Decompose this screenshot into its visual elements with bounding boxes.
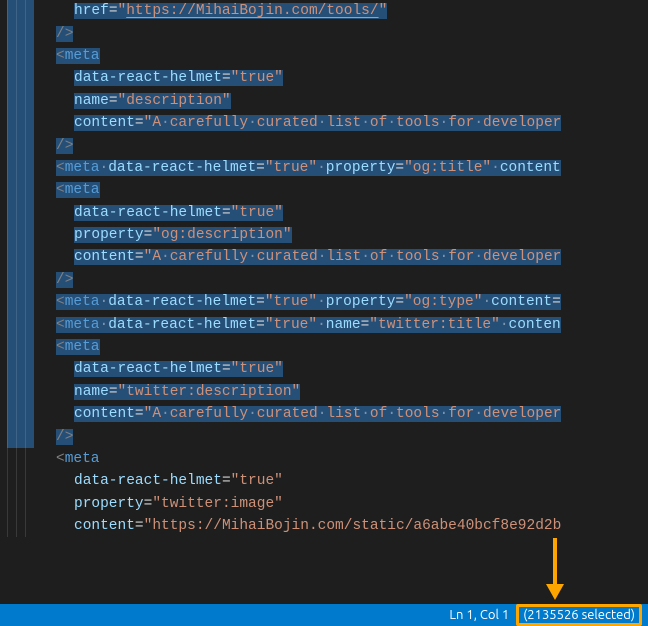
indent-guides xyxy=(0,0,34,22)
code-tokens: content="https://MihaiBojin.com/static/a… xyxy=(34,515,561,537)
code-line[interactable]: data-react-helmet="true" xyxy=(0,470,648,492)
code-line[interactable]: property="og:description" xyxy=(0,224,648,246)
code-tokens: /> xyxy=(34,269,73,291)
code-tokens: <meta xyxy=(34,448,100,470)
code-tokens: /> xyxy=(34,425,73,447)
code-line[interactable]: /> xyxy=(0,269,648,291)
code-tokens: data-react-helmet="true" xyxy=(34,202,283,224)
indent-guides xyxy=(0,157,34,179)
code-tokens: <meta xyxy=(34,179,100,201)
code-line[interactable]: data-react-helmet="true" xyxy=(0,202,648,224)
indent-guides xyxy=(0,45,34,67)
indent-guides xyxy=(0,313,34,335)
indent-guides xyxy=(0,425,34,447)
code-tokens: data-react-helmet="true" xyxy=(34,67,283,89)
code-line[interactable]: <meta·data-react-helmet="true"·property=… xyxy=(0,291,648,313)
code-line[interactable]: content="https://MihaiBojin.com/static/a… xyxy=(0,515,648,537)
code-tokens: <meta·data-react-helmet="true"·property=… xyxy=(34,157,561,179)
indent-guides xyxy=(0,470,34,492)
indent-guides xyxy=(0,358,34,380)
code-line[interactable]: /> xyxy=(0,425,648,447)
code-line[interactable]: <meta·data-react-helmet="true"·property=… xyxy=(0,157,648,179)
indent-guides xyxy=(0,22,34,44)
indent-guides xyxy=(0,67,34,89)
indent-guides xyxy=(0,224,34,246)
code-line[interactable]: name="twitter:description" xyxy=(0,381,648,403)
indent-guides xyxy=(0,179,34,201)
code-line[interactable]: /> xyxy=(0,134,648,156)
indent-guides xyxy=(0,291,34,313)
indent-guides xyxy=(0,336,34,358)
selection-count[interactable]: (2135526 selected) xyxy=(516,604,642,626)
indent-guides xyxy=(0,515,34,537)
code-line[interactable]: content="A·carefully·curated·list·of·too… xyxy=(0,246,648,268)
code-editor[interactable]: href="https://MihaiBojin.com/tools/"/><m… xyxy=(0,0,648,604)
code-tokens: href="https://MihaiBojin.com/tools/" xyxy=(34,0,387,22)
status-bar: Ln 1, Col 1 (2135526 selected) xyxy=(0,604,648,626)
code-line[interactable]: href="https://MihaiBojin.com/tools/" xyxy=(0,0,648,22)
indent-guides xyxy=(0,403,34,425)
code-line[interactable]: <meta xyxy=(0,336,648,358)
code-tokens: <meta·data-react-helmet="true"·property=… xyxy=(34,291,561,313)
code-line[interactable]: content="A·carefully·curated·list·of·too… xyxy=(0,403,648,425)
code-tokens: name="description" xyxy=(34,90,231,112)
code-line[interactable]: /> xyxy=(0,22,648,44)
code-tokens: property="og:description" xyxy=(34,224,292,246)
indent-guides xyxy=(0,448,34,470)
indent-guides xyxy=(0,90,34,112)
code-tokens: /> xyxy=(34,22,73,44)
code-tokens: /> xyxy=(34,134,73,156)
indent-guides xyxy=(0,246,34,268)
code-line[interactable]: data-react-helmet="true" xyxy=(0,67,648,89)
indent-guides xyxy=(0,112,34,134)
code-tokens: content="A·carefully·curated·list·of·too… xyxy=(34,246,561,268)
indent-guides xyxy=(0,381,34,403)
indent-guides xyxy=(0,134,34,156)
code-line[interactable]: data-react-helmet="true" xyxy=(0,358,648,380)
code-line[interactable]: property="twitter:image" xyxy=(0,493,648,515)
indent-guides xyxy=(0,493,34,515)
code-line[interactable]: name="description" xyxy=(0,90,648,112)
code-tokens: content="A·carefully·curated·list·of·too… xyxy=(34,112,561,134)
code-line[interactable]: <meta xyxy=(0,448,648,470)
code-line[interactable]: <meta xyxy=(0,179,648,201)
code-tokens: property="twitter:image" xyxy=(34,493,283,515)
cursor-position[interactable]: Ln 1, Col 1 xyxy=(444,608,514,622)
code-tokens: name="twitter:description" xyxy=(34,381,300,403)
code-tokens: content="A·carefully·curated·list·of·too… xyxy=(34,403,561,425)
indent-guides xyxy=(0,269,34,291)
code-line[interactable]: content="A·carefully·curated·list·of·too… xyxy=(0,112,648,134)
code-line[interactable]: <meta xyxy=(0,45,648,67)
code-tokens: data-react-helmet="true" xyxy=(34,470,283,492)
indent-guides xyxy=(0,202,34,224)
code-tokens: <meta·data-react-helmet="true"·name="twi… xyxy=(34,313,561,335)
code-line[interactable]: <meta·data-react-helmet="true"·name="twi… xyxy=(0,313,648,335)
code-tokens: <meta xyxy=(34,45,100,67)
code-tokens: <meta xyxy=(34,336,100,358)
code-tokens: data-react-helmet="true" xyxy=(34,358,283,380)
